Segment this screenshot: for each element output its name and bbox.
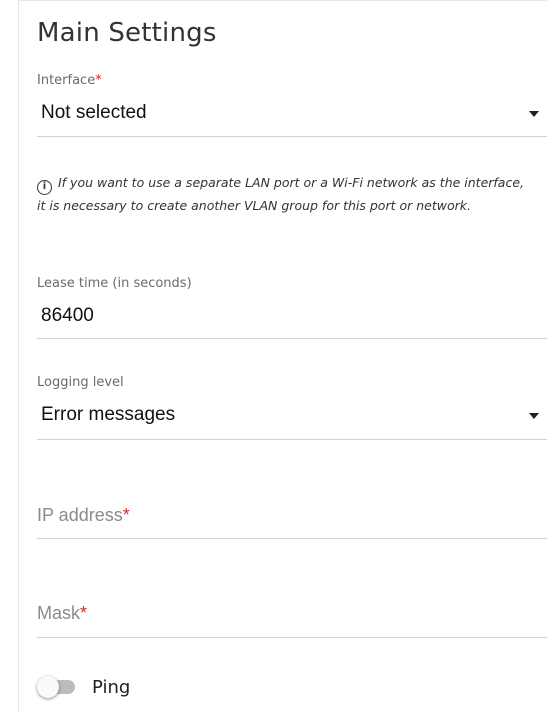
info-note-text: If you want to use a separate LAN port o… [37,175,524,213]
info-note: i If you want to use a separate LAN port … [37,172,527,217]
lease-time-label: Lease time (in seconds) [37,276,192,291]
logging-level-label: Logging level [37,375,124,390]
chevron-down-icon [529,413,539,419]
interface-select-value: Not selected [41,102,147,123]
ip-address-underline [37,538,547,539]
section-title: Main Settings [37,18,217,48]
info-icon: i [37,180,52,195]
mask-placeholder-text: Mask [37,603,81,623]
interface-underline [37,136,547,137]
mask-required-mark: * [80,603,88,623]
mask-placeholder: Mask* [37,603,87,624]
chevron-down-icon [529,111,539,117]
interface-required-mark: * [95,73,102,88]
interface-label: Interface* [37,73,102,88]
interface-select[interactable]: Not selected [37,96,547,136]
ip-address-input[interactable]: IP address* [37,495,547,537]
logging-level-select[interactable]: Error messages [37,398,547,438]
lease-time-input[interactable]: 86400 [37,300,547,338]
ip-address-placeholder: IP address* [37,505,130,526]
ping-label[interactable]: Ping [92,677,130,698]
ping-toggle-knob [37,676,59,698]
logging-level-underline [37,439,547,440]
lease-time-underline [37,338,547,339]
ip-address-placeholder-text: IP address [37,505,123,525]
interface-label-text: Interface [37,73,96,88]
lease-time-value: 86400 [41,305,94,326]
ip-address-required-mark: * [122,505,130,525]
logging-level-value: Error messages [41,404,176,425]
mask-underline [37,637,547,638]
mask-input[interactable]: Mask* [37,593,547,635]
ping-toggle[interactable] [37,676,77,698]
